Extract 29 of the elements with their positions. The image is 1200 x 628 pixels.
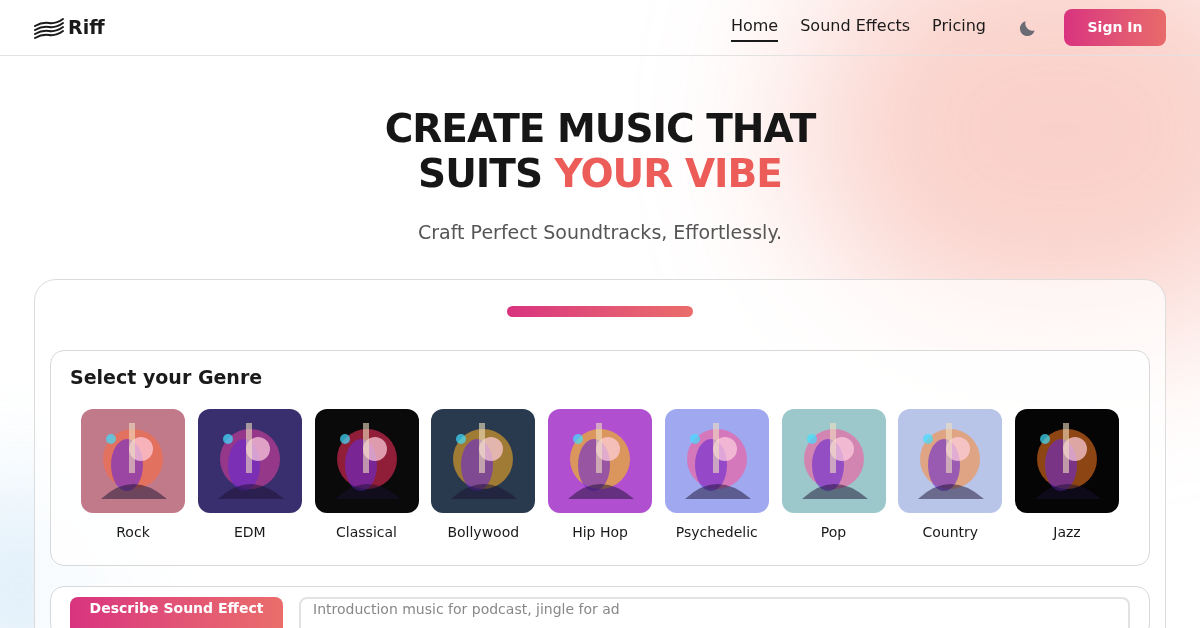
genre-label: Jazz	[1053, 523, 1081, 542]
genre-label: Psychedelic	[675, 523, 758, 542]
genre-label: Pop	[820, 523, 847, 542]
genre-label: Classical	[336, 523, 397, 542]
genre-label: Country	[922, 523, 979, 542]
section-title: Select your Genre	[70, 364, 264, 390]
genre-tile[interactable]: Hip Hop	[548, 409, 652, 543]
nav-link[interactable]: Home	[730, 13, 779, 42]
genre-label: Bollywood	[447, 523, 520, 542]
genre-label: Hip Hop	[572, 523, 628, 542]
hero-title: CREATE MUSIC THAT SUITS YOUR VIBE	[384, 106, 816, 196]
logo-icon	[34, 16, 64, 39]
sign-in-button[interactable]: Sign In	[1064, 9, 1166, 46]
genre-tile[interactable]: EDM	[197, 409, 302, 543]
genre-tile[interactable]: Country	[898, 409, 1003, 543]
genre-tile[interactable]: Bollywood	[431, 409, 536, 543]
genre-tile[interactable]: Classical	[314, 409, 419, 543]
prompt-field[interactable]: Introduction music for podcast, jingle for ad	[299, 597, 1130, 628]
genre-tile[interactable]: Rock	[81, 409, 185, 543]
genre-label: Rock	[116, 523, 150, 542]
genre-label: EDM	[233, 523, 266, 542]
describe-button[interactable]: Describe Sound Effect	[70, 597, 283, 628]
genre-tile[interactable]: Psychedelic	[664, 409, 769, 543]
nav-link[interactable]: Sound Effects	[800, 13, 911, 42]
brand-name: Riff	[68, 15, 105, 41]
genre-tile[interactable]: Jazz	[1015, 409, 1119, 543]
genre-tile[interactable]: Pop	[781, 409, 886, 543]
nav-link[interactable]: Pricing	[932, 13, 986, 42]
hero-subtitle: Craft Perfect Soundtracks, Effortlessly.	[418, 220, 782, 245]
